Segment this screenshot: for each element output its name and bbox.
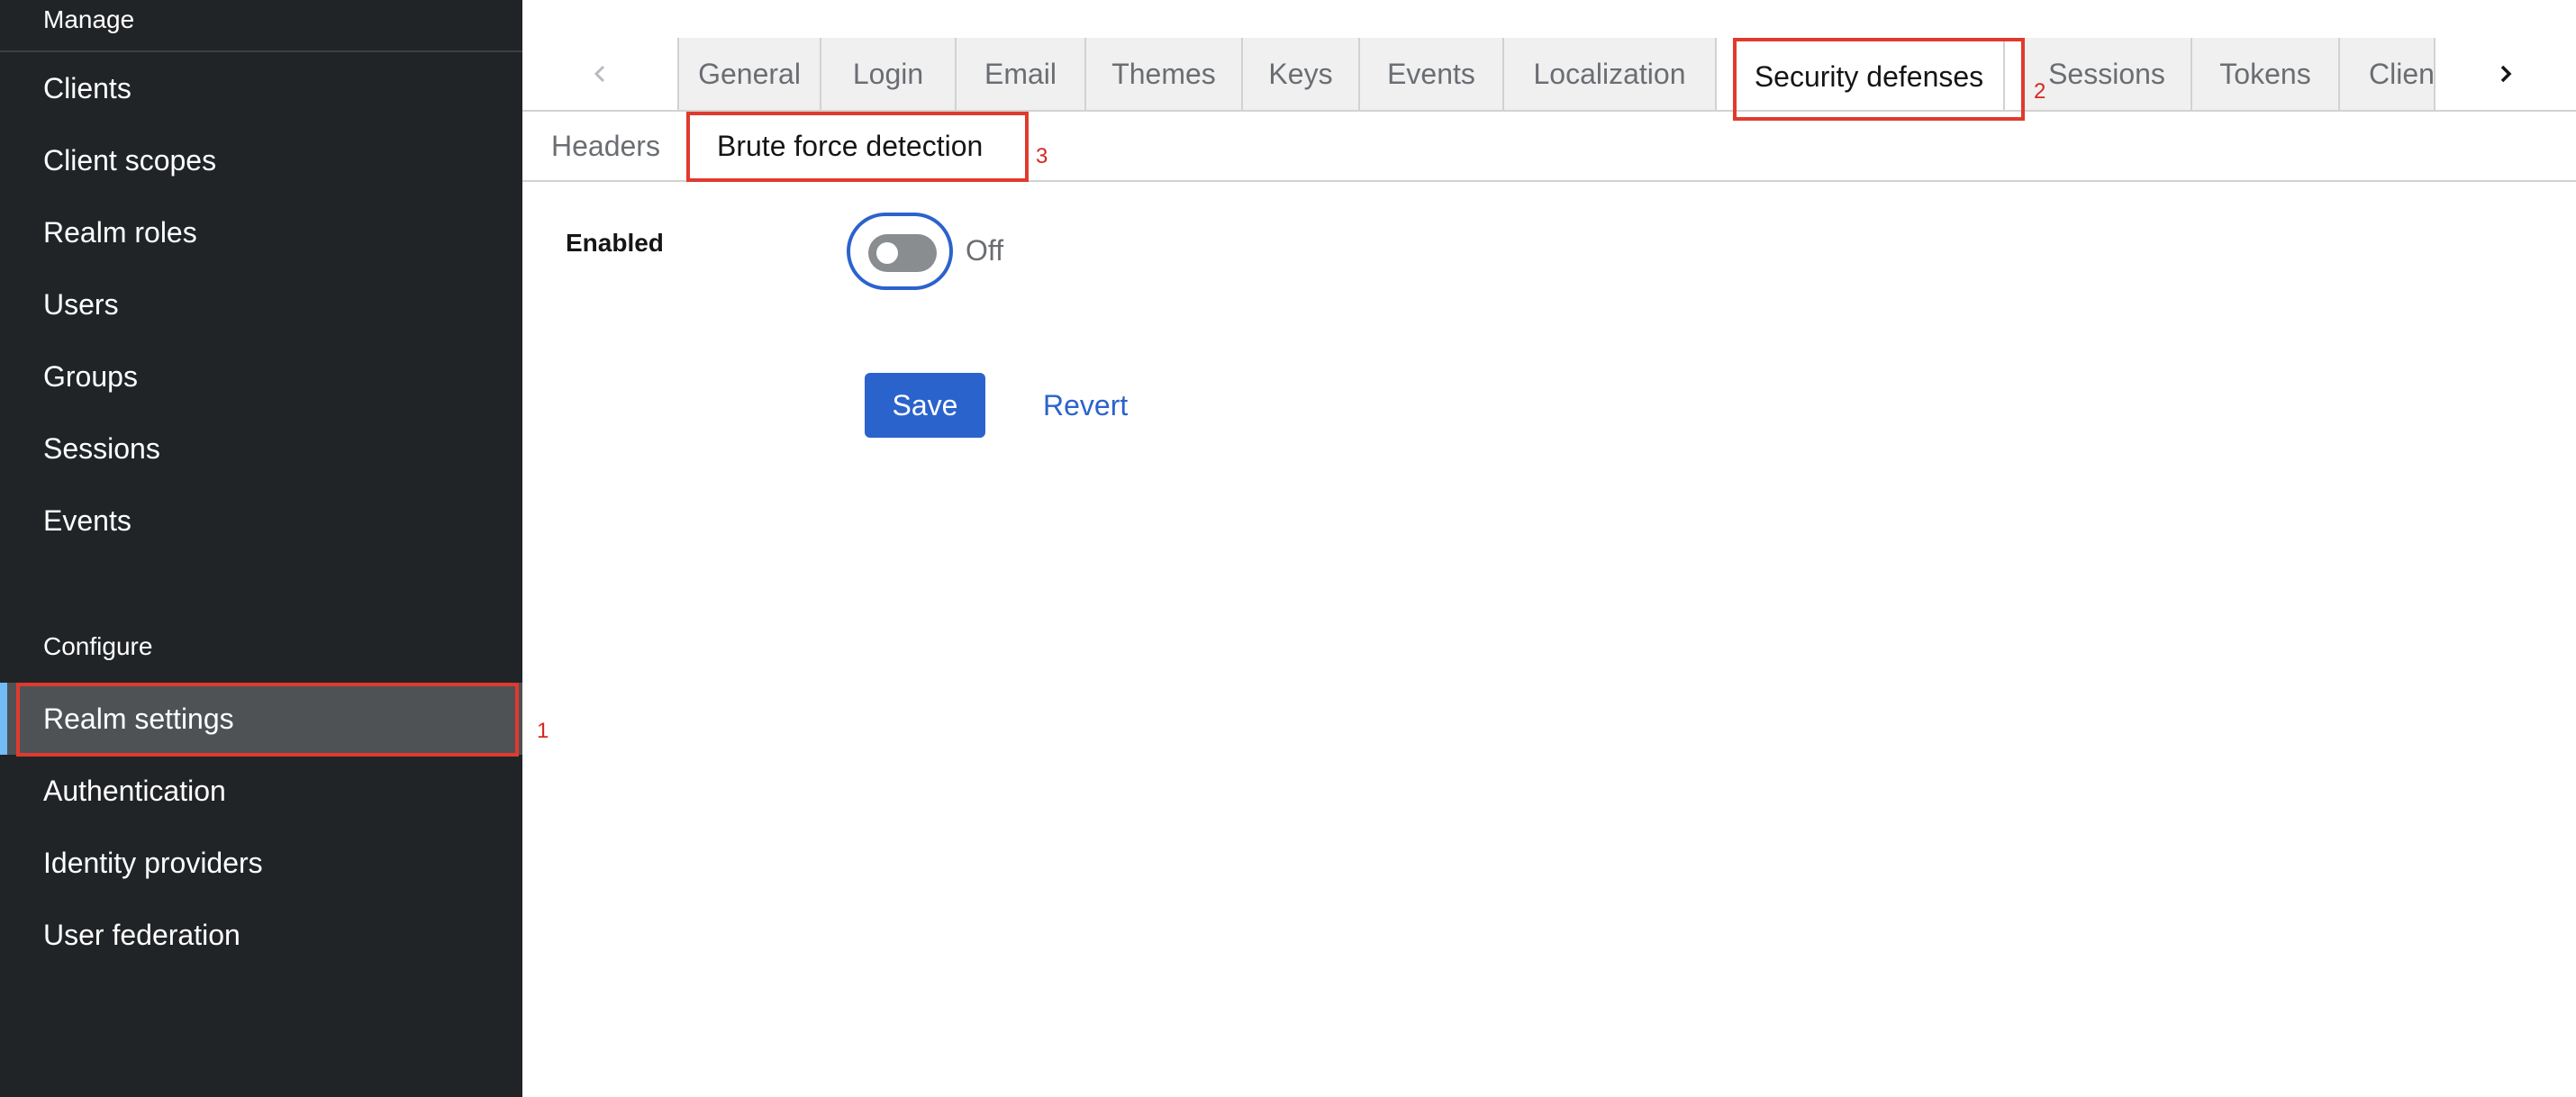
tab-tokens[interactable]: Tokens [2192,38,2340,110]
tab-login[interactable]: Login [821,38,957,110]
sidebar-item-realm-settings[interactable]: Realm settings [0,683,522,755]
chevron-right-icon [2500,65,2512,83]
tabs-scroll-right-button[interactable] [2435,38,2576,110]
sidebar-item-client-scopes[interactable]: Client scopes [0,124,522,196]
marker-label-2: 2 [2034,79,2046,104]
nav-section-manage: Manage [43,5,135,33]
tab-email[interactable]: Email [957,38,1086,110]
tab-general[interactable]: General [679,38,821,110]
tab-security-defenses[interactable]: Security defenses [1735,38,2005,112]
sidebar-item-authentication[interactable]: Authentication [0,755,522,827]
tab-localization[interactable]: Localization [1504,38,1717,110]
sidebar-item-sessions[interactable]: Sessions [0,413,522,485]
sidebar-item-clients[interactable]: Clients [0,52,522,124]
subtab-headers[interactable]: Headers [551,112,660,180]
save-button[interactable]: Save [865,373,985,438]
sidebar-item-identity-providers[interactable]: Identity providers [0,827,522,899]
sidebar-nav: Manage Clients Client scopes Realm roles… [0,0,522,1097]
toggle-track [868,234,937,272]
marker-label-3: 3 [1036,144,1048,168]
enabled-label: Enabled [566,229,664,257]
chevron-left-icon [594,65,605,83]
tab-sessions[interactable]: Sessions [2023,38,2192,110]
sidebar-item-realm-roles[interactable]: Realm roles [0,196,522,268]
realm-settings-tabs: General Login Email Themes Keys Events L… [522,0,2576,112]
tab-themes[interactable]: Themes [1086,38,1243,110]
sidebar-item-user-federation[interactable]: User federation [0,899,522,971]
enabled-toggle[interactable] [847,213,953,290]
tab-client-policies[interactable]: Clien [2340,38,2435,110]
nav-section-configure: Configure [43,632,153,660]
marker-label-1: 1 [537,719,549,743]
security-defenses-subtabs: Headers Brute force detection [522,112,2576,182]
sidebar-item-groups[interactable]: Groups [0,340,522,413]
sidebar-item-users[interactable]: Users [0,268,522,340]
sidebar-item-events[interactable]: Events [0,485,522,557]
tab-keys[interactable]: Keys [1243,38,1360,110]
revert-button[interactable]: Revert [1016,373,1155,438]
subtabs-divider [522,180,2576,182]
toggle-state-text: Off [966,234,1004,267]
tab-events[interactable]: Events [1360,38,1504,110]
toggle-knob [876,242,898,264]
tabs-scroll-left-button[interactable] [522,38,679,110]
subtab-brute-force-detection[interactable]: Brute force detection [717,112,983,180]
